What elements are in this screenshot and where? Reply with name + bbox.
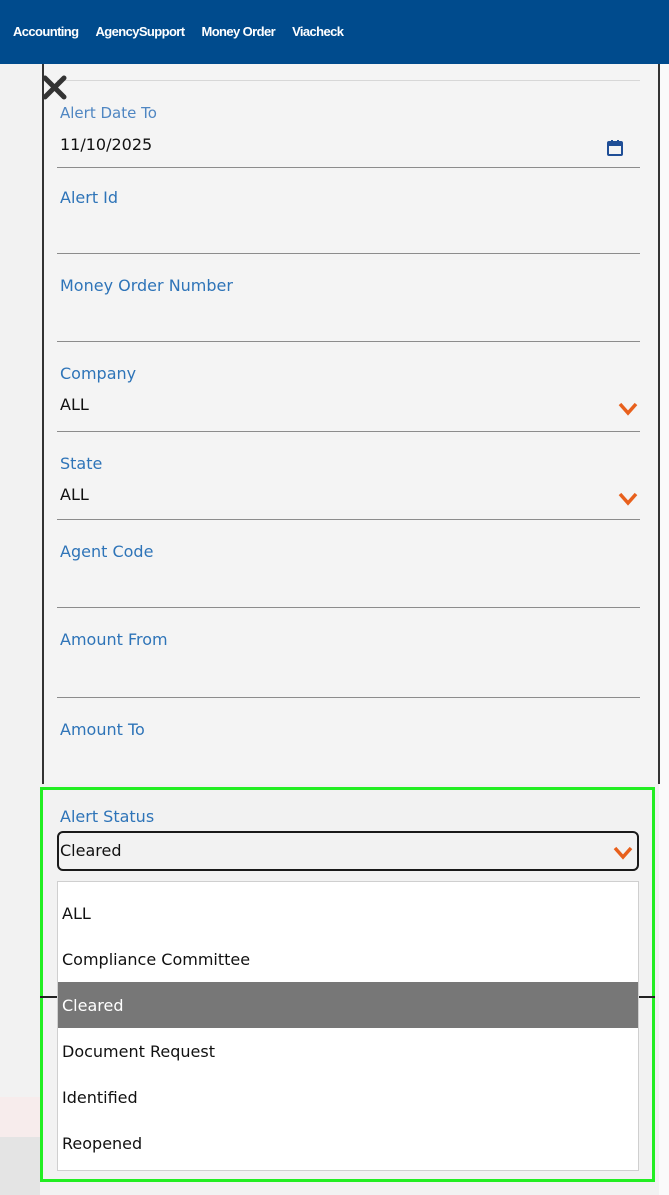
nav-item-agency-support[interactable]: AgencySupport bbox=[96, 24, 186, 39]
calendar-icon[interactable] bbox=[606, 139, 624, 157]
alert-date-to-label: Alert Date To bbox=[60, 104, 157, 122]
amount-from-label: Amount From bbox=[60, 630, 168, 649]
chevron-down-icon[interactable] bbox=[618, 492, 638, 506]
state-value: ALL bbox=[60, 485, 89, 504]
background-tint bbox=[0, 1137, 40, 1195]
alert-id-field[interactable]: Alert Id bbox=[57, 168, 640, 254]
nav-item-money-order[interactable]: Money Order bbox=[201, 24, 275, 39]
alert-status-label: Alert Status bbox=[60, 807, 155, 826]
state-select[interactable]: State ALL bbox=[57, 432, 640, 520]
panel-edge-line bbox=[40, 996, 58, 998]
background-tint bbox=[0, 1097, 40, 1137]
option-compliance-committee[interactable]: Compliance Committee bbox=[58, 936, 638, 982]
nav-item-accounting[interactable]: Accounting bbox=[13, 24, 79, 39]
page-background-strip bbox=[659, 64, 669, 1195]
top-nav-bar: Accounting AgencySupport Money Order Via… bbox=[0, 0, 669, 64]
nav-item-viacheck[interactable]: Viacheck bbox=[292, 24, 344, 39]
company-label: Company bbox=[60, 364, 137, 383]
chevron-down-icon[interactable] bbox=[618, 402, 638, 416]
state-label: State bbox=[60, 454, 103, 473]
option-reopened[interactable]: Reopened bbox=[58, 1120, 638, 1166]
agent-code-field[interactable]: Agent Code bbox=[57, 520, 640, 608]
alert-status-value: Cleared bbox=[60, 841, 122, 860]
panel-top-divider bbox=[57, 80, 640, 81]
close-icon[interactable] bbox=[40, 73, 70, 103]
company-value: ALL bbox=[60, 395, 89, 414]
alert-status-dropdown: ALL Compliance Committee Cleared Documen… bbox=[57, 881, 639, 1171]
company-select[interactable]: Company ALL bbox=[57, 342, 640, 432]
option-cleared[interactable]: Cleared bbox=[58, 982, 638, 1028]
amount-from-field[interactable]: Amount From bbox=[57, 608, 640, 698]
agent-code-label: Agent Code bbox=[60, 542, 154, 561]
option-identified[interactable]: Identified bbox=[58, 1074, 638, 1120]
money-order-number-field[interactable]: Money Order Number bbox=[57, 254, 640, 342]
chevron-down-icon[interactable] bbox=[613, 846, 633, 860]
option-all[interactable]: ALL bbox=[58, 890, 638, 936]
alert-date-to-field[interactable]: Alert Date To 11/10/2025 bbox=[57, 104, 640, 168]
amount-to-field[interactable]: Amount To bbox=[57, 698, 640, 784]
amount-to-label: Amount To bbox=[60, 720, 145, 739]
alert-date-to-value: 11/10/2025 bbox=[60, 135, 153, 154]
panel-edge-line bbox=[639, 996, 655, 998]
alert-id-label: Alert Id bbox=[60, 188, 119, 207]
option-document-request[interactable]: Document Request bbox=[58, 1028, 638, 1074]
alert-status-select[interactable]: Cleared bbox=[57, 831, 639, 871]
money-order-number-label: Money Order Number bbox=[60, 276, 233, 295]
